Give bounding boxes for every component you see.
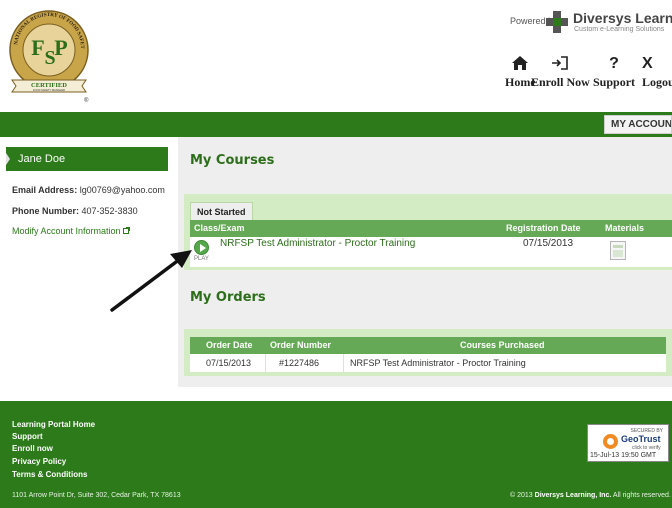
diversys-brand-tagline: Custom e-Learning Solutions [574, 26, 665, 33]
close-icon: X [642, 55, 653, 72]
user-name-box: Jane Doe [6, 147, 168, 171]
orders-panel: Order Date Order Number Courses Purchase… [184, 329, 672, 376]
footer-link-privacy-policy[interactable]: Privacy Policy [12, 457, 66, 466]
modify-account-link[interactable]: Modify Account Information [12, 226, 131, 236]
logo-registered-mark: ® [84, 97, 89, 104]
geotrust-seal[interactable]: SECURED BY GeoTrust click to verify 15-J… [587, 424, 669, 462]
copyright-year: © 2013 [510, 492, 533, 499]
external-link-icon [123, 227, 131, 234]
phone-label: Phone Number: [12, 206, 80, 216]
play-icon[interactable] [194, 240, 209, 255]
nrfsp-certified-logo[interactable]: NATIONAL REGISTRY OF FOOD SAFETY PROFESS… [8, 6, 90, 106]
footer-link-support[interactable]: Support [12, 432, 43, 441]
diversys-brand-name[interactable]: Diversys Learning [573, 10, 672, 26]
geotrust-date: 15-Jul-13 19:50 GMT [590, 452, 657, 459]
phone-value: 407-352-3830 [81, 206, 138, 216]
footer-address: 1101 Arrow Point Dr, Suite 302, Cedar Pa… [12, 492, 181, 499]
registration-date-value: 07/15/2013 [523, 238, 574, 249]
site-header: NATIONAL REGISTRY OF FOOD SAFETY PROFESS… [0, 0, 672, 112]
email-value: lg00769@yahoo.com [79, 185, 165, 195]
diversys-puzzle-icon [546, 11, 568, 33]
materials-icon[interactable] [610, 241, 626, 260]
order-number-value: #1227486 [266, 354, 344, 372]
geotrust-click-to-verify: click to verify [632, 445, 661, 451]
orders-table-header: Order Date Order Number Courses Purchase… [190, 337, 666, 354]
play-label: PLAY [194, 256, 209, 262]
nav-support[interactable]: ? Support [593, 55, 635, 90]
question-icon: ? [609, 55, 619, 72]
my-account-button[interactable]: MY ACCOUNT [604, 115, 672, 134]
logo-banner-sub: FOOD SAFETY MANAGER [33, 88, 65, 92]
annotation-arrow-icon [110, 250, 192, 312]
logo-letter-f: F [31, 35, 44, 60]
table-row: PLAY NRFSP Test Administrator - Proctor … [190, 237, 672, 267]
copyright-company: Diversys Learning, Inc. [534, 492, 612, 499]
courses-purchased-value: NRFSP Test Administrator - Proctor Train… [350, 358, 526, 368]
logo-banner-text: CERTIFIED [31, 82, 67, 89]
col-registration-date: Registration Date [506, 223, 581, 233]
col-materials: Materials [605, 223, 645, 233]
email-label: Email Address: [12, 185, 78, 195]
footer-link-terms[interactable]: Terms & Conditions [12, 470, 87, 479]
order-date-value: 07/15/2013 [190, 354, 266, 372]
geotrust-name: GeoTrust [621, 434, 661, 444]
my-orders-title: My Orders [190, 290, 266, 305]
nav-support-label: Support [593, 75, 636, 89]
top-nav-bar: MY ACCOUNT [0, 112, 672, 137]
courses-table-header: Class/Exam Registration Date Materials [190, 220, 672, 237]
modify-account-label: Modify Account Information [12, 226, 121, 236]
footer-copyright: © 2013 Diversys Learning, Inc. All right… [510, 492, 671, 499]
col-order-number: Order Number [270, 340, 332, 350]
col-order-date: Order Date [206, 340, 253, 350]
logo-letter-p: P [54, 35, 67, 60]
nav-logout[interactable]: X Logout [642, 55, 672, 90]
main-content: My Courses Not Started Class/Exam Regist… [178, 137, 672, 387]
email-info: Email Address: lg00769@yahoo.com [12, 185, 165, 195]
copyright-rights: All rights reserved. [612, 492, 671, 499]
footer-link-enroll-now[interactable]: Enroll now [12, 444, 53, 453]
col-courses-purchased: Courses Purchased [460, 340, 545, 350]
enroll-icon [531, 55, 590, 73]
nav-enroll-now[interactable]: Enroll Now [531, 55, 590, 90]
course-title-link[interactable]: NRFSP Test Administrator - Proctor Train… [220, 238, 415, 249]
footer-link-learning-portal-home[interactable]: Learning Portal Home [12, 420, 95, 429]
nav-logout-label: Logout [642, 75, 672, 89]
nav-enroll-now-label: Enroll Now [531, 75, 590, 89]
courses-panel: Not Started Class/Exam Registration Date… [184, 194, 672, 270]
table-row: 07/15/2013 #1227486 NRFSP Test Administr… [190, 354, 666, 372]
tab-not-started[interactable]: Not Started [190, 202, 253, 221]
phone-info: Phone Number: 407-352-3830 [12, 206, 138, 216]
geotrust-logo-icon [603, 434, 618, 449]
my-courses-title: My Courses [190, 153, 275, 168]
col-class-exam: Class/Exam [194, 223, 245, 233]
site-footer: Learning Portal Home Support Enroll now … [0, 401, 672, 508]
